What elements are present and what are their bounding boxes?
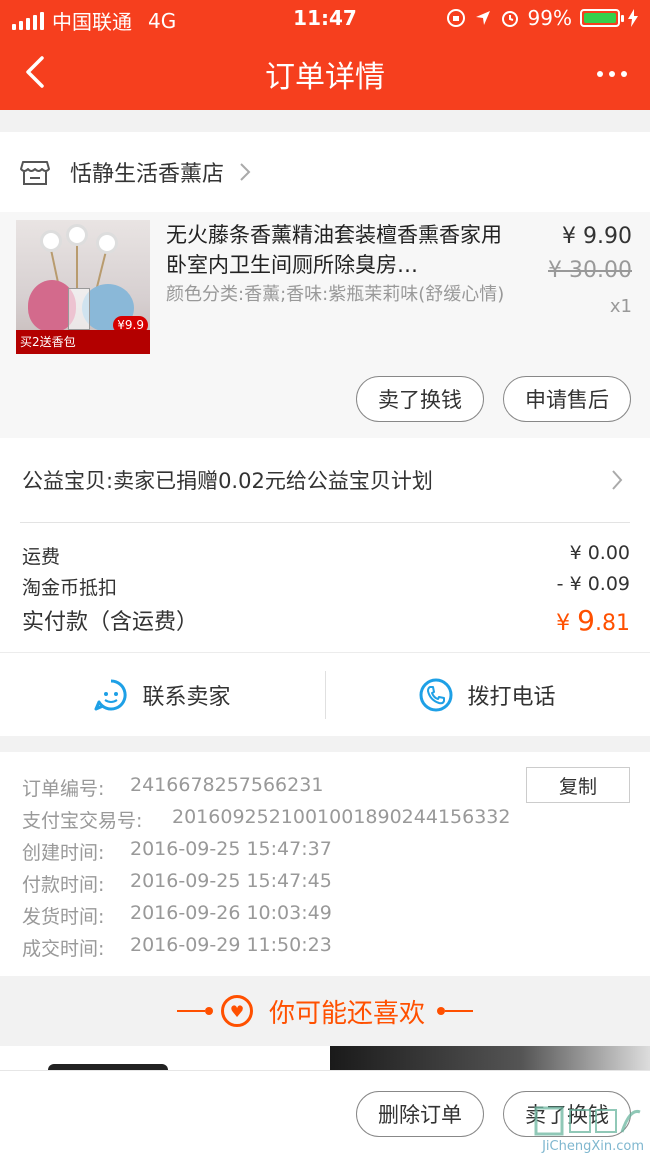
more-dot-icon (621, 71, 627, 77)
recommend-title: 你可能还喜欢 (268, 998, 425, 1029)
header-bar: 中国联通 4G 11:47 99% 订单详情 (0, 0, 650, 110)
alipay-label: 支付宝交易号: (22, 810, 143, 832)
order-number-label: 订单编号: (22, 778, 105, 800)
product-price: ¥ 9.90 (562, 224, 632, 249)
more-options-button[interactable] (590, 56, 634, 92)
call-label: 拨打电话 (467, 685, 556, 710)
closed-row: 成交时间: 2016-09-29 11:50:23 (22, 934, 332, 961)
phone-icon (419, 678, 453, 712)
closed-label: 成交时间: (22, 938, 105, 960)
divider (176, 1010, 205, 1012)
shipped-label: 发货时间: (22, 906, 105, 928)
created-label: 创建时间: (22, 842, 105, 864)
product-quantity: x1 (609, 296, 632, 317)
coin-row: 淘金币抵扣 - ¥ 0.09 (22, 573, 630, 600)
chat-face-icon (94, 679, 128, 711)
total-value: ¥ 9.81 (556, 604, 630, 637)
order-item: ¥9.9 买2送香包 无火藤条香薰精油套装檀香熏香家用卧室内卫生间厕所除臭房… … (0, 212, 650, 438)
store-row[interactable]: 恬静生活香薰店 (0, 132, 650, 212)
chevron-right-icon (240, 163, 251, 181)
paid-row: 付款时间: 2016-09-25 15:47:45 (22, 870, 332, 897)
alipay-value: 2016092521001001890244156332 (172, 806, 511, 828)
order-number-row: 订单编号: 2416678257566231 (22, 774, 323, 801)
product-sku: 颜色分类:香薰;香味:紫瓶茉莉味(舒缓心情) (166, 284, 505, 305)
bottom-action-bar: 删除订单 卖了换钱 JiChengXin.com (0, 1070, 650, 1156)
watermark-text: JiChengXin.com (542, 1139, 644, 1154)
total-row: 实付款（含运费） ¥ 9.81 (22, 604, 630, 637)
copy-button[interactable]: 复制 (526, 767, 630, 803)
sell-button[interactable]: 卖了换钱 (356, 376, 484, 422)
charity-row[interactable]: 公益宝贝:卖家已捐赠0.02元给公益宝贝计划 (0, 438, 650, 522)
order-info: 订单编号: 2416678257566231 复制 支付宝交易号: 201609… (0, 752, 650, 976)
alarm-icon (501, 11, 518, 27)
total-decimal: .81 (595, 611, 630, 636)
product-image[interactable]: ¥9.9 买2送香包 (16, 220, 150, 354)
shipping-value: ¥ 0.00 (569, 542, 630, 564)
more-dot-icon (609, 71, 615, 77)
more-dot-icon (597, 71, 603, 77)
charging-icon (628, 9, 638, 27)
watermark-logo-icon (534, 1106, 641, 1136)
heart-icon: ♥ (220, 995, 253, 1027)
coin-value: - ¥ 0.09 (556, 573, 630, 595)
contact-seller-label: 联系卖家 (142, 685, 231, 710)
rotation-lock-icon (446, 9, 465, 27)
product-original-price: ¥ 30.00 (548, 258, 632, 283)
image-promo-text: 买2送香包 (16, 330, 150, 354)
paid-value: 2016-09-25 15:47:45 (130, 870, 332, 892)
after-sale-button[interactable]: 申请售后 (503, 376, 631, 422)
coin-label: 淘金币抵扣 (22, 577, 118, 599)
dot-icon (437, 1007, 445, 1015)
status-bar: 中国联通 4G 11:47 99% (0, 0, 650, 36)
total-label: 实付款（含运费） (22, 610, 199, 635)
recommend-header: ♥ 你可能还喜欢 (0, 976, 650, 1046)
paid-label: 付款时间: (22, 874, 105, 896)
chevron-right-icon (612, 470, 623, 490)
shipped-row: 发货时间: 2016-09-26 10:03:49 (22, 902, 332, 929)
alipay-row: 支付宝交易号: 2016092521001001890244156332 (22, 806, 510, 833)
shipping-row: 运费 ¥ 0.00 (22, 542, 630, 569)
page-title: 订单详情 (265, 60, 385, 95)
delete-order-button[interactable]: 删除订单 (356, 1091, 484, 1137)
contact-seller-button[interactable]: 联系卖家 (0, 653, 325, 737)
call-button[interactable]: 拨打电话 (325, 653, 650, 737)
total-integer: 9 (577, 604, 595, 637)
fee-summary: 运费 ¥ 0.00 淘金币抵扣 - ¥ 0.09 实付款（含运费） ¥ 9.81 (0, 522, 650, 652)
store-name: 恬静生活香薰店 (70, 162, 225, 187)
total-currency: ¥ (556, 611, 571, 636)
contact-bar: 联系卖家 拨打电话 (0, 652, 650, 736)
location-icon (475, 11, 490, 25)
closed-value: 2016-09-29 11:50:23 (130, 934, 332, 956)
charity-text: 公益宝贝:卖家已捐赠0.02元给公益宝贝计划 (22, 469, 433, 493)
created-value: 2016-09-25 15:47:37 (130, 838, 332, 860)
created-row: 创建时间: 2016-09-25 15:47:37 (22, 838, 332, 865)
shipped-value: 2016-09-26 10:03:49 (130, 902, 332, 924)
store-icon (20, 161, 50, 185)
divider (445, 1010, 473, 1012)
order-number-value: 2416678257566231 (130, 774, 324, 796)
shipping-label: 运费 (22, 546, 61, 568)
battery-percent: 99% (527, 6, 572, 30)
dot-icon (204, 1007, 213, 1015)
battery-icon (580, 9, 624, 27)
product-title[interactable]: 无火藤条香薰精油套装檀香熏香家用卧室内卫生间厕所除臭房… (166, 220, 506, 280)
